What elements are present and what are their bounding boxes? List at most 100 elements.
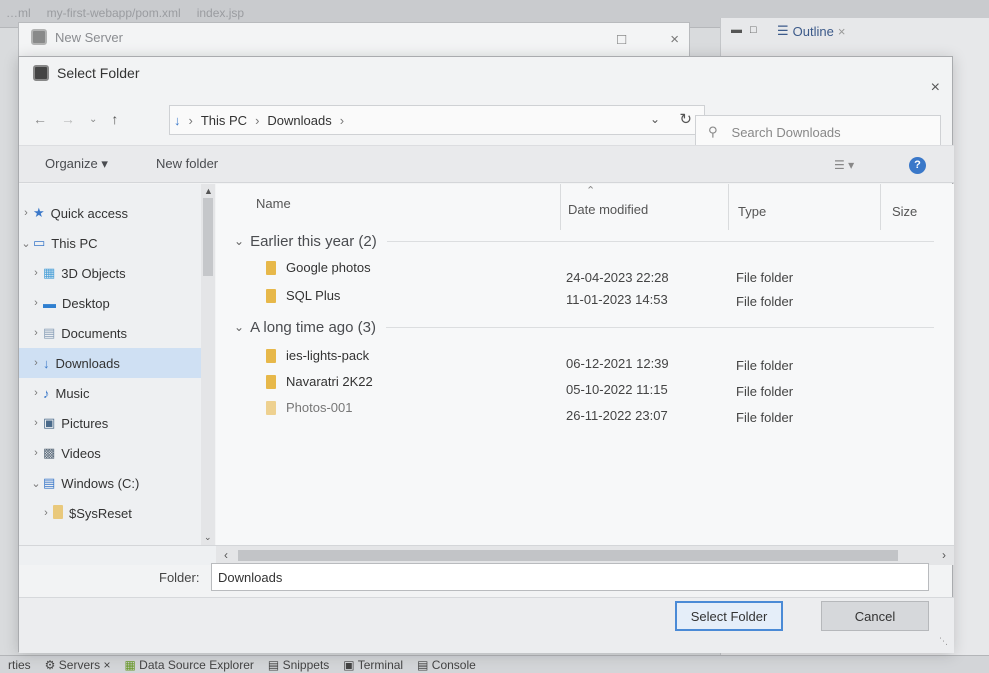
list-item[interactable]: ies-lights-pack 06-12-2021 12:39 File fo… bbox=[216, 344, 954, 373]
tab-outline[interactable]: ☰ Outline × bbox=[777, 23, 845, 39]
column-header-size[interactable]: Size bbox=[892, 204, 917, 219]
file-name: SQL Plus bbox=[286, 288, 341, 303]
bottom-tab-servers[interactable]: ⚙ Servers × bbox=[45, 658, 111, 672]
chevron-right-icon[interactable]: › bbox=[29, 447, 43, 459]
search-input[interactable]: ⚲ Search Downloads bbox=[695, 115, 941, 149]
cancel-button[interactable]: Cancel bbox=[821, 601, 929, 631]
select-folder-dialog: Select Folder × ← → ⌄ ↑ ↓ › This PC › Do… bbox=[18, 56, 954, 653]
nav-item-documents[interactable]: › ▤ Documents bbox=[19, 318, 201, 348]
bottom-tab-label: Snippets bbox=[282, 657, 330, 672]
chevron-down-icon[interactable]: ⌄ bbox=[234, 320, 244, 334]
chevron-right-icon[interactable]: › bbox=[29, 267, 43, 279]
help-icon[interactable]: ? bbox=[909, 157, 926, 174]
chevron-down-icon[interactable]: ⌄ bbox=[19, 237, 33, 250]
file-type: File folder bbox=[736, 410, 794, 425]
nav-item-3d-objects[interactable]: › ▦ 3D Objects bbox=[19, 258, 201, 288]
nav-item-sysreset[interactable]: › $SysReset bbox=[19, 498, 201, 528]
list-item[interactable]: Photos-001 26-11-2022 23:07 File folder bbox=[216, 396, 954, 425]
chevron-right-icon[interactable]: › bbox=[39, 507, 53, 519]
maximize-icon[interactable]: □ bbox=[750, 24, 757, 36]
refresh-icon[interactable]: ↻ bbox=[679, 110, 692, 128]
horizontal-scrollbar-thumb[interactable] bbox=[238, 550, 898, 561]
nav-item-windows-c[interactable]: ⌄ ▤ Windows (C:) bbox=[19, 468, 201, 498]
scroll-up-icon[interactable]: ▲ bbox=[204, 186, 213, 196]
breadcrumb-item[interactable]: Downloads bbox=[267, 113, 331, 128]
bottom-tab[interactable]: rties bbox=[8, 658, 31, 672]
horizontal-scrollbar[interactable]: ‹ › bbox=[216, 545, 954, 565]
bottom-tab-label: Data Source Explorer bbox=[139, 657, 254, 672]
back-arrow-icon[interactable]: ← bbox=[33, 111, 47, 127]
bottom-tab-console[interactable]: ▤ Console bbox=[417, 658, 476, 672]
chevron-right-icon[interactable]: › bbox=[19, 207, 33, 219]
chevron-right-icon[interactable]: › bbox=[29, 357, 43, 369]
close-icon[interactable]: × bbox=[931, 79, 940, 97]
scroll-left-icon[interactable]: ‹ bbox=[224, 548, 228, 562]
column-header-date[interactable]: Date modified bbox=[568, 202, 648, 217]
nav-item-pictures[interactable]: › ▣ Pictures bbox=[19, 408, 201, 438]
bottom-tab-terminal[interactable]: ▣ Terminal bbox=[343, 658, 403, 672]
chevron-down-icon[interactable]: ⌄ bbox=[29, 477, 43, 490]
nav-scrollbar-thumb[interactable] bbox=[203, 198, 213, 276]
nav-scrollbar[interactable]: ▲ ⌄ bbox=[201, 184, 215, 545]
navigation-buttons: ← → ⌄ ↑ bbox=[33, 111, 118, 127]
chevron-down-icon[interactable]: ⌄ bbox=[650, 112, 660, 126]
drive-icon: ▤ bbox=[43, 475, 56, 490]
3d-objects-icon: ▦ bbox=[43, 265, 56, 280]
address-bar[interactable]: ↓ › This PC › Downloads › ⌄ ↻ bbox=[169, 105, 705, 135]
folder-icon bbox=[266, 288, 276, 303]
select-folder-button[interactable]: Select Folder bbox=[675, 601, 783, 631]
nav-item-quick-access[interactable]: › ★ Quick access bbox=[19, 198, 201, 228]
breadcrumb-separator-icon[interactable]: › bbox=[340, 113, 344, 128]
forward-arrow-icon[interactable]: → bbox=[61, 111, 75, 127]
nav-item-downloads[interactable]: › ↓ Downloads bbox=[19, 348, 201, 378]
up-arrow-icon[interactable]: ↑ bbox=[111, 111, 118, 127]
download-arrow-icon: ↓ bbox=[174, 112, 181, 128]
column-header-name[interactable]: Name bbox=[256, 196, 291, 211]
chevron-down-icon[interactable]: ⌄ bbox=[234, 234, 244, 248]
folder-icon bbox=[266, 348, 276, 363]
column-divider[interactable] bbox=[728, 184, 729, 230]
chevron-right-icon[interactable]: › bbox=[29, 327, 43, 339]
recent-locations-chevron-icon[interactable]: ⌄ bbox=[89, 114, 97, 125]
pictures-icon: ▣ bbox=[43, 415, 56, 430]
nav-item-label: Music bbox=[55, 385, 90, 401]
close-icon[interactable]: × bbox=[670, 31, 679, 48]
nav-item-label: Quick access bbox=[50, 205, 128, 221]
nav-item-this-pc[interactable]: ⌄ ▭ This PC bbox=[19, 228, 201, 258]
chevron-right-icon[interactable]: › bbox=[29, 297, 43, 309]
breadcrumb-separator-icon[interactable]: › bbox=[255, 113, 259, 128]
folder-name-input[interactable] bbox=[211, 563, 929, 591]
bottom-tab-data-source[interactable]: ▦ Data Source Explorer bbox=[124, 658, 253, 672]
nav-item-desktop[interactable]: › ▬ Desktop bbox=[19, 288, 201, 318]
sort-ascending-icon: ⌃ bbox=[586, 185, 596, 197]
column-divider[interactable] bbox=[560, 184, 561, 230]
new-folder-button[interactable]: New folder bbox=[156, 156, 218, 171]
folder-icon bbox=[53, 504, 63, 522]
breadcrumb-separator-icon[interactable]: › bbox=[189, 113, 193, 128]
nav-item-videos[interactable]: › ▩ Videos bbox=[19, 438, 201, 468]
minimize-icon[interactable]: ▬ bbox=[731, 24, 742, 36]
organize-button[interactable]: Organize ▾ bbox=[45, 156, 108, 172]
bottom-tab-snippets[interactable]: ▤ Snippets bbox=[268, 658, 329, 672]
chevron-right-icon[interactable]: › bbox=[29, 387, 43, 399]
nav-item-music[interactable]: › ♪ Music bbox=[19, 378, 201, 408]
new-server-window-controls: □ × bbox=[617, 31, 679, 48]
view-options-icon[interactable]: ☰ ▾ bbox=[834, 158, 854, 172]
column-header-type[interactable]: Type bbox=[738, 204, 766, 219]
maximize-icon[interactable]: □ bbox=[617, 31, 626, 48]
scroll-right-icon[interactable]: › bbox=[942, 548, 946, 562]
list-item[interactable]: Navaratri 2K22 05-10-2022 11:15 File fol… bbox=[216, 370, 954, 399]
chevron-right-icon[interactable]: › bbox=[29, 417, 43, 429]
list-item[interactable]: Google photos 24-04-2023 22:28 File fold… bbox=[216, 256, 954, 285]
group-label: Earlier this year (2) bbox=[250, 232, 377, 250]
group-header[interactable]: ⌄ Earlier this year (2) bbox=[234, 228, 934, 254]
close-icon[interactable]: × bbox=[838, 24, 846, 39]
group-divider bbox=[385, 326, 934, 328]
list-item[interactable]: SQL Plus 11-01-2023 14:53 File folder bbox=[216, 284, 954, 310]
column-divider[interactable] bbox=[880, 184, 881, 230]
resize-grip-icon[interactable]: ⋱ bbox=[939, 636, 948, 647]
documents-icon: ▤ bbox=[43, 325, 56, 340]
breadcrumb-item[interactable]: This PC bbox=[201, 113, 247, 128]
group-header[interactable]: ⌄ A long time ago (3) bbox=[234, 314, 934, 340]
scroll-down-icon[interactable]: ⌄ bbox=[204, 532, 212, 543]
